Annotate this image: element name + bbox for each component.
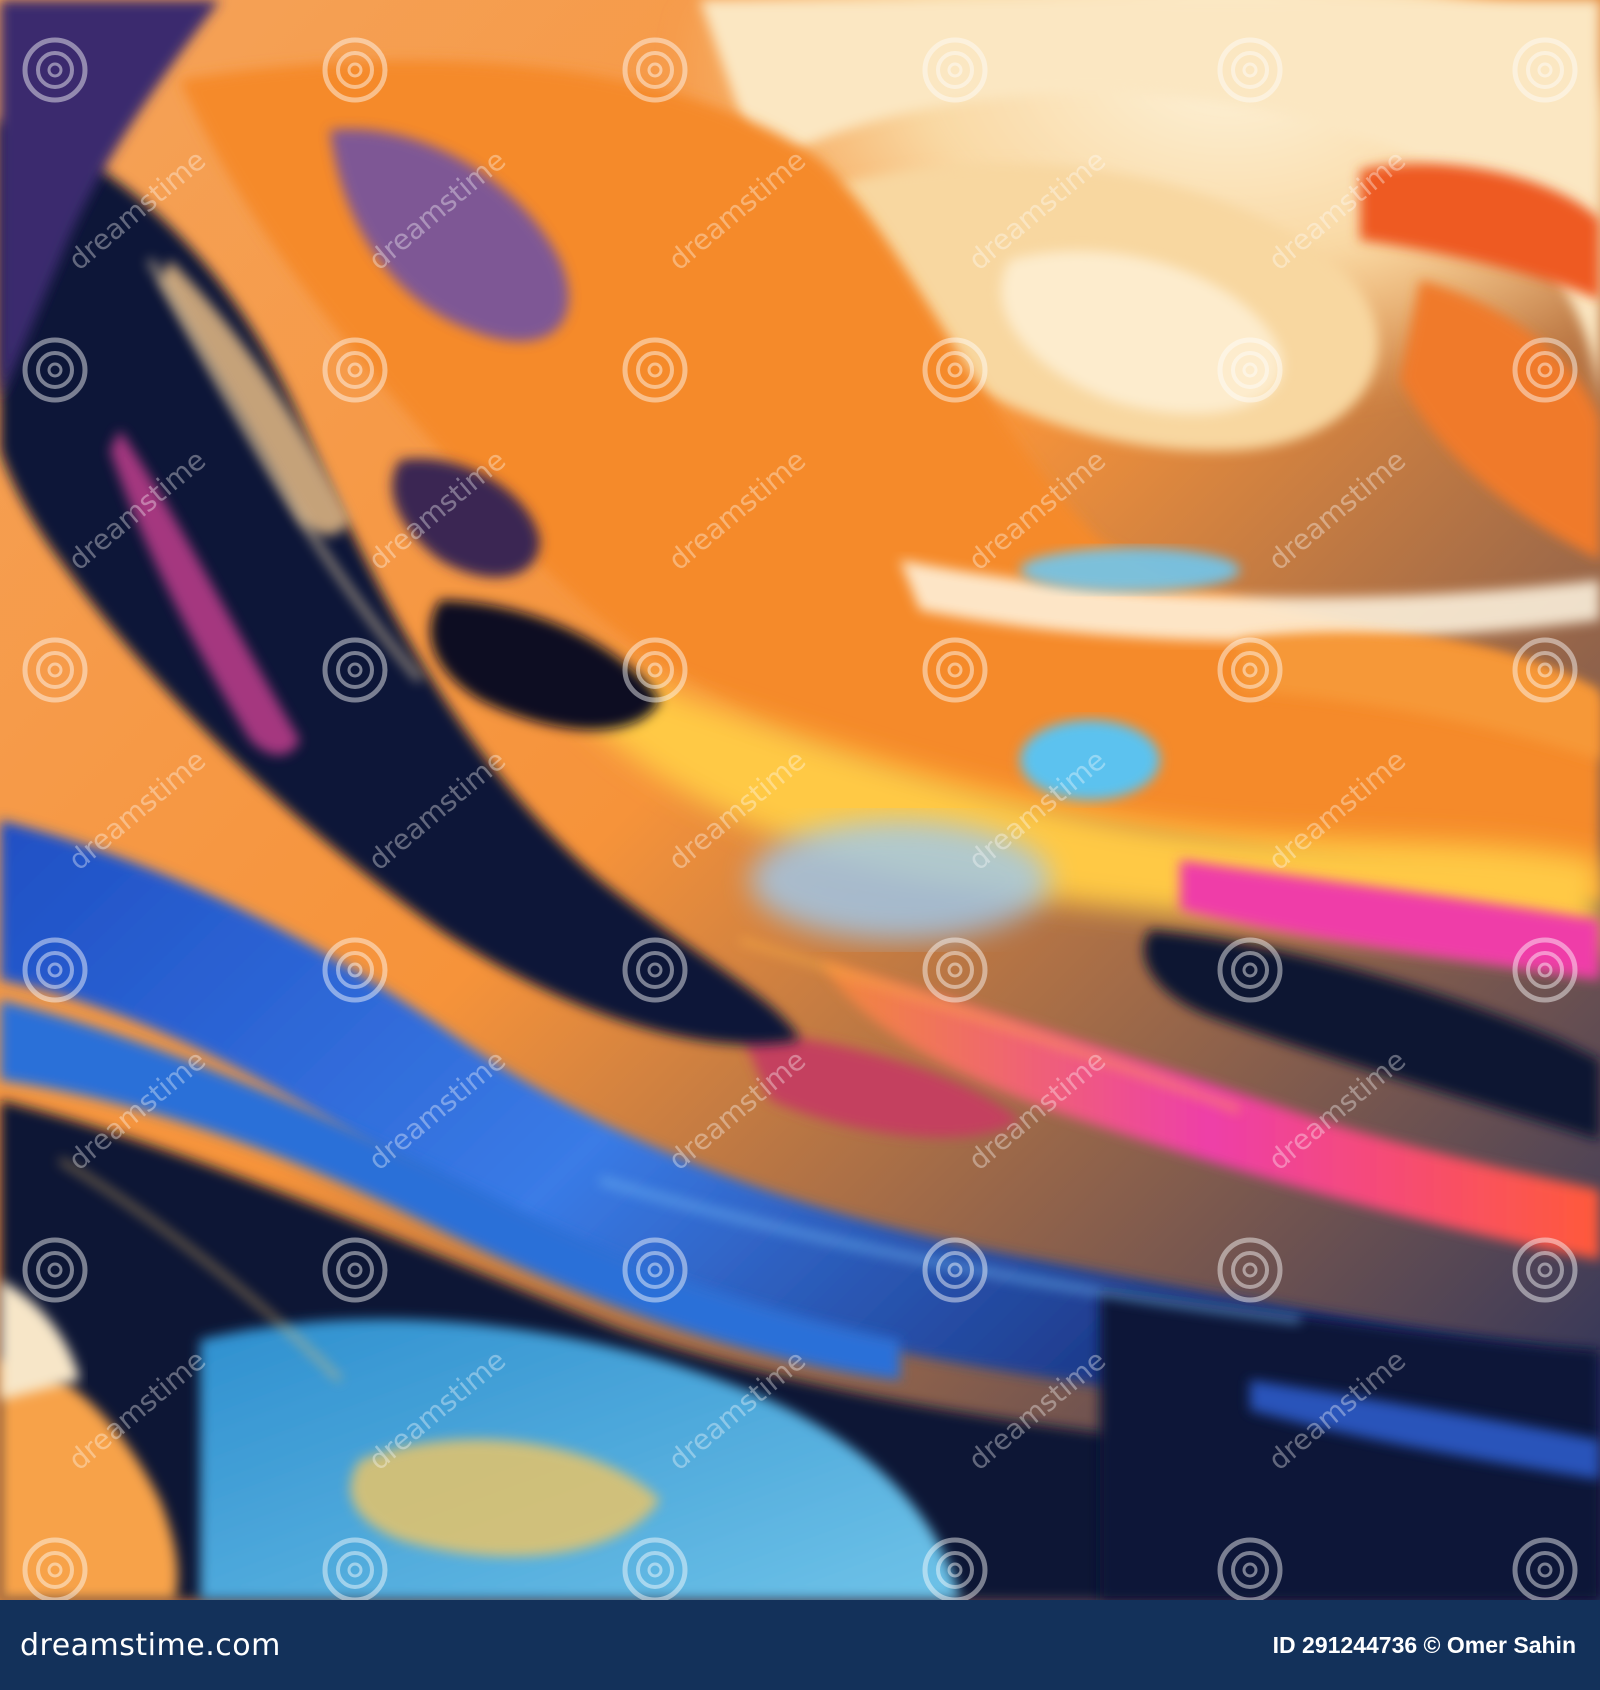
image-credit: ID 291244736 © Omer Sahin — [1272, 1631, 1576, 1658]
footer-bar: dreamstime.com ID 291244736 © Omer Sahin — [0, 1600, 1600, 1690]
site-logo-text[interactable]: dreamstime.com — [20, 1628, 281, 1663]
abstract-painting — [0, 0, 1600, 1600]
stock-image-page: dreamstime dreamstime dreamstime dreamstime… — [0, 0, 1600, 1690]
